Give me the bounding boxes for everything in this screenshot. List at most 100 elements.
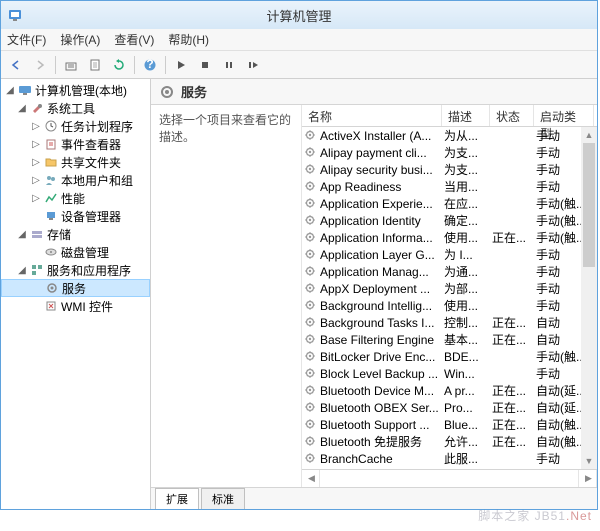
scroll-left-icon[interactable]: ◀	[302, 470, 320, 487]
tree-root[interactable]: ◢计算机管理(本地)	[1, 81, 150, 99]
service-status: 正在...	[492, 399, 536, 416]
expand-icon[interactable]: ▷	[31, 175, 41, 186]
service-row[interactable]: Alipay payment cli...为支...手动	[302, 144, 597, 161]
service-desc: 为从...	[444, 127, 492, 144]
titlebar[interactable]: 计算机管理	[1, 1, 597, 29]
service-row[interactable]: AppX Deployment ...为部...手动	[302, 280, 597, 297]
restart-button[interactable]	[242, 54, 264, 76]
service-row[interactable]: Bluetooth Support ...Blue...正在...自动(触...	[302, 416, 597, 433]
help-button[interactable]: ?	[139, 54, 161, 76]
event-icon	[43, 136, 59, 152]
service-row[interactable]: Bluetooth 免提服务允许...正在...自动(触...	[302, 433, 597, 450]
expand-icon[interactable]: ▷	[31, 121, 41, 132]
service-row[interactable]: Background Intellig...使用...手动	[302, 297, 597, 314]
service-name: Application Informa...	[320, 231, 444, 245]
service-row[interactable]: BranchCache此服...手动	[302, 450, 597, 467]
gear-icon	[304, 214, 318, 228]
expand-icon[interactable]: ▷	[31, 193, 41, 204]
nav-tree[interactable]: ◢计算机管理(本地) ◢系统工具 ▷任务计划程序 ▷事件查看器 ▷共享文件夹 ▷…	[1, 79, 151, 509]
wmi-icon	[43, 298, 59, 314]
service-desc: 为通...	[444, 263, 492, 280]
service-desc: 为 I...	[444, 246, 492, 263]
refresh-button[interactable]	[108, 54, 130, 76]
col-desc[interactable]: 描述	[442, 105, 490, 126]
service-row[interactable]: Application Layer G...为 I...手动	[302, 246, 597, 263]
service-desc: 此服...	[444, 450, 492, 467]
toolbar: ?	[1, 51, 597, 79]
tab-standard[interactable]: 标准	[201, 488, 245, 509]
col-start[interactable]: 启动类型	[534, 105, 594, 126]
collapse-icon[interactable]: ◢	[17, 265, 27, 276]
service-row[interactable]: Alipay security busi...为支...手动	[302, 161, 597, 178]
service-row[interactable]: Application Experie...在应...手动(触...	[302, 195, 597, 212]
window-title: 计算机管理	[266, 6, 331, 25]
tree-usersgroups[interactable]: ▷本地用户和组	[1, 171, 150, 189]
toolbar-separator	[55, 56, 56, 74]
scroll-down-icon[interactable]: ▼	[581, 453, 597, 469]
col-name[interactable]: 名称	[302, 105, 442, 126]
tree-storage[interactable]: ◢存储	[1, 225, 150, 243]
tree-eventviewer[interactable]: ▷事件查看器	[1, 135, 150, 153]
tree-devmgr[interactable]: 设备管理器	[1, 207, 150, 225]
service-row[interactable]: BitLocker Drive Enc...BDE...手动(触...	[302, 348, 597, 365]
service-desc: 为支...	[444, 144, 492, 161]
play-button[interactable]	[170, 54, 192, 76]
tree-diskmgmt[interactable]: 磁盘管理	[1, 243, 150, 261]
properties-button[interactable]	[84, 54, 106, 76]
pause-button[interactable]	[218, 54, 240, 76]
expand-icon[interactable]: ▷	[31, 139, 41, 150]
scroll-right-icon[interactable]: ▶	[579, 470, 597, 487]
gear-icon	[304, 180, 318, 194]
gear-icon	[304, 265, 318, 279]
tab-extended[interactable]: 扩展	[155, 488, 199, 509]
forward-button[interactable]	[29, 54, 51, 76]
service-row[interactable]: ActiveX Installer (A...为从...手动	[302, 127, 597, 144]
list-body[interactable]: ActiveX Installer (A...为从...手动Alipay pay…	[302, 127, 597, 469]
svg-text:?: ?	[146, 58, 153, 71]
tree-wmi[interactable]: WMI 控件	[1, 297, 150, 315]
scroll-up-icon[interactable]: ▲	[581, 127, 597, 143]
service-desc: A pr...	[444, 384, 492, 398]
up-button[interactable]	[60, 54, 82, 76]
service-row[interactable]: Base Filtering Engine基本...正在...自动	[302, 331, 597, 348]
tree-apps[interactable]: ◢服务和应用程序	[1, 261, 150, 279]
tree-shared[interactable]: ▷共享文件夹	[1, 153, 150, 171]
service-name: Application Experie...	[320, 197, 444, 211]
service-row[interactable]: Bluetooth OBEX Ser...Pro...正在...自动(延...	[302, 399, 597, 416]
detail-pane: 选择一个项目来查看它的描述。	[151, 105, 301, 487]
tree-systools[interactable]: ◢系统工具	[1, 99, 150, 117]
collapse-icon[interactable]: ◢	[17, 103, 27, 114]
col-status[interactable]: 状态	[490, 105, 534, 126]
scrollbar[interactable]: ▲ ▼	[581, 127, 597, 469]
service-row[interactable]: Application Informa...使用...正在...手动(触...	[302, 229, 597, 246]
tree-scheduler[interactable]: ▷任务计划程序	[1, 117, 150, 135]
service-row[interactable]: App Readiness当用...手动	[302, 178, 597, 195]
service-row[interactable]: Bluetooth Device M...A pr...正在...自动(延...	[302, 382, 597, 399]
stop-button[interactable]	[194, 54, 216, 76]
service-row[interactable]: Block Level Backup ...Win...手动	[302, 365, 597, 382]
service-name: Bluetooth Support ...	[320, 418, 444, 432]
scroll-thumb[interactable]	[583, 143, 595, 267]
menu-help[interactable]: 帮助(H)	[168, 31, 209, 48]
apps-icon	[29, 262, 45, 278]
menu-file[interactable]: 文件(F)	[7, 31, 46, 48]
menu-view[interactable]: 查看(V)	[114, 31, 154, 48]
service-row[interactable]: Background Tasks I...控制...正在...自动	[302, 314, 597, 331]
service-row[interactable]: Application Identity确定...手动(触...	[302, 212, 597, 229]
computer-icon	[17, 82, 33, 98]
window-frame: 计算机管理 文件(F) 操作(A) 查看(V) 帮助(H) ? ◢计算机管理(本…	[0, 0, 598, 510]
expand-icon[interactable]: ▷	[31, 157, 41, 168]
service-row[interactable]: Application Manag...为通...手动	[302, 263, 597, 280]
tree-perf[interactable]: ▷性能	[1, 189, 150, 207]
clock-icon	[43, 118, 59, 134]
collapse-icon[interactable]: ◢	[17, 229, 27, 240]
back-button[interactable]	[5, 54, 27, 76]
collapse-icon[interactable]: ◢	[5, 85, 15, 96]
hscroll[interactable]: ◀ ▶	[302, 469, 597, 487]
gear-icon	[304, 401, 318, 415]
gear-icon	[304, 146, 318, 160]
tree-services[interactable]: 服务	[1, 279, 150, 297]
menu-action[interactable]: 操作(A)	[60, 31, 100, 48]
service-status: 正在...	[492, 314, 536, 331]
toolbar-separator	[134, 56, 135, 74]
